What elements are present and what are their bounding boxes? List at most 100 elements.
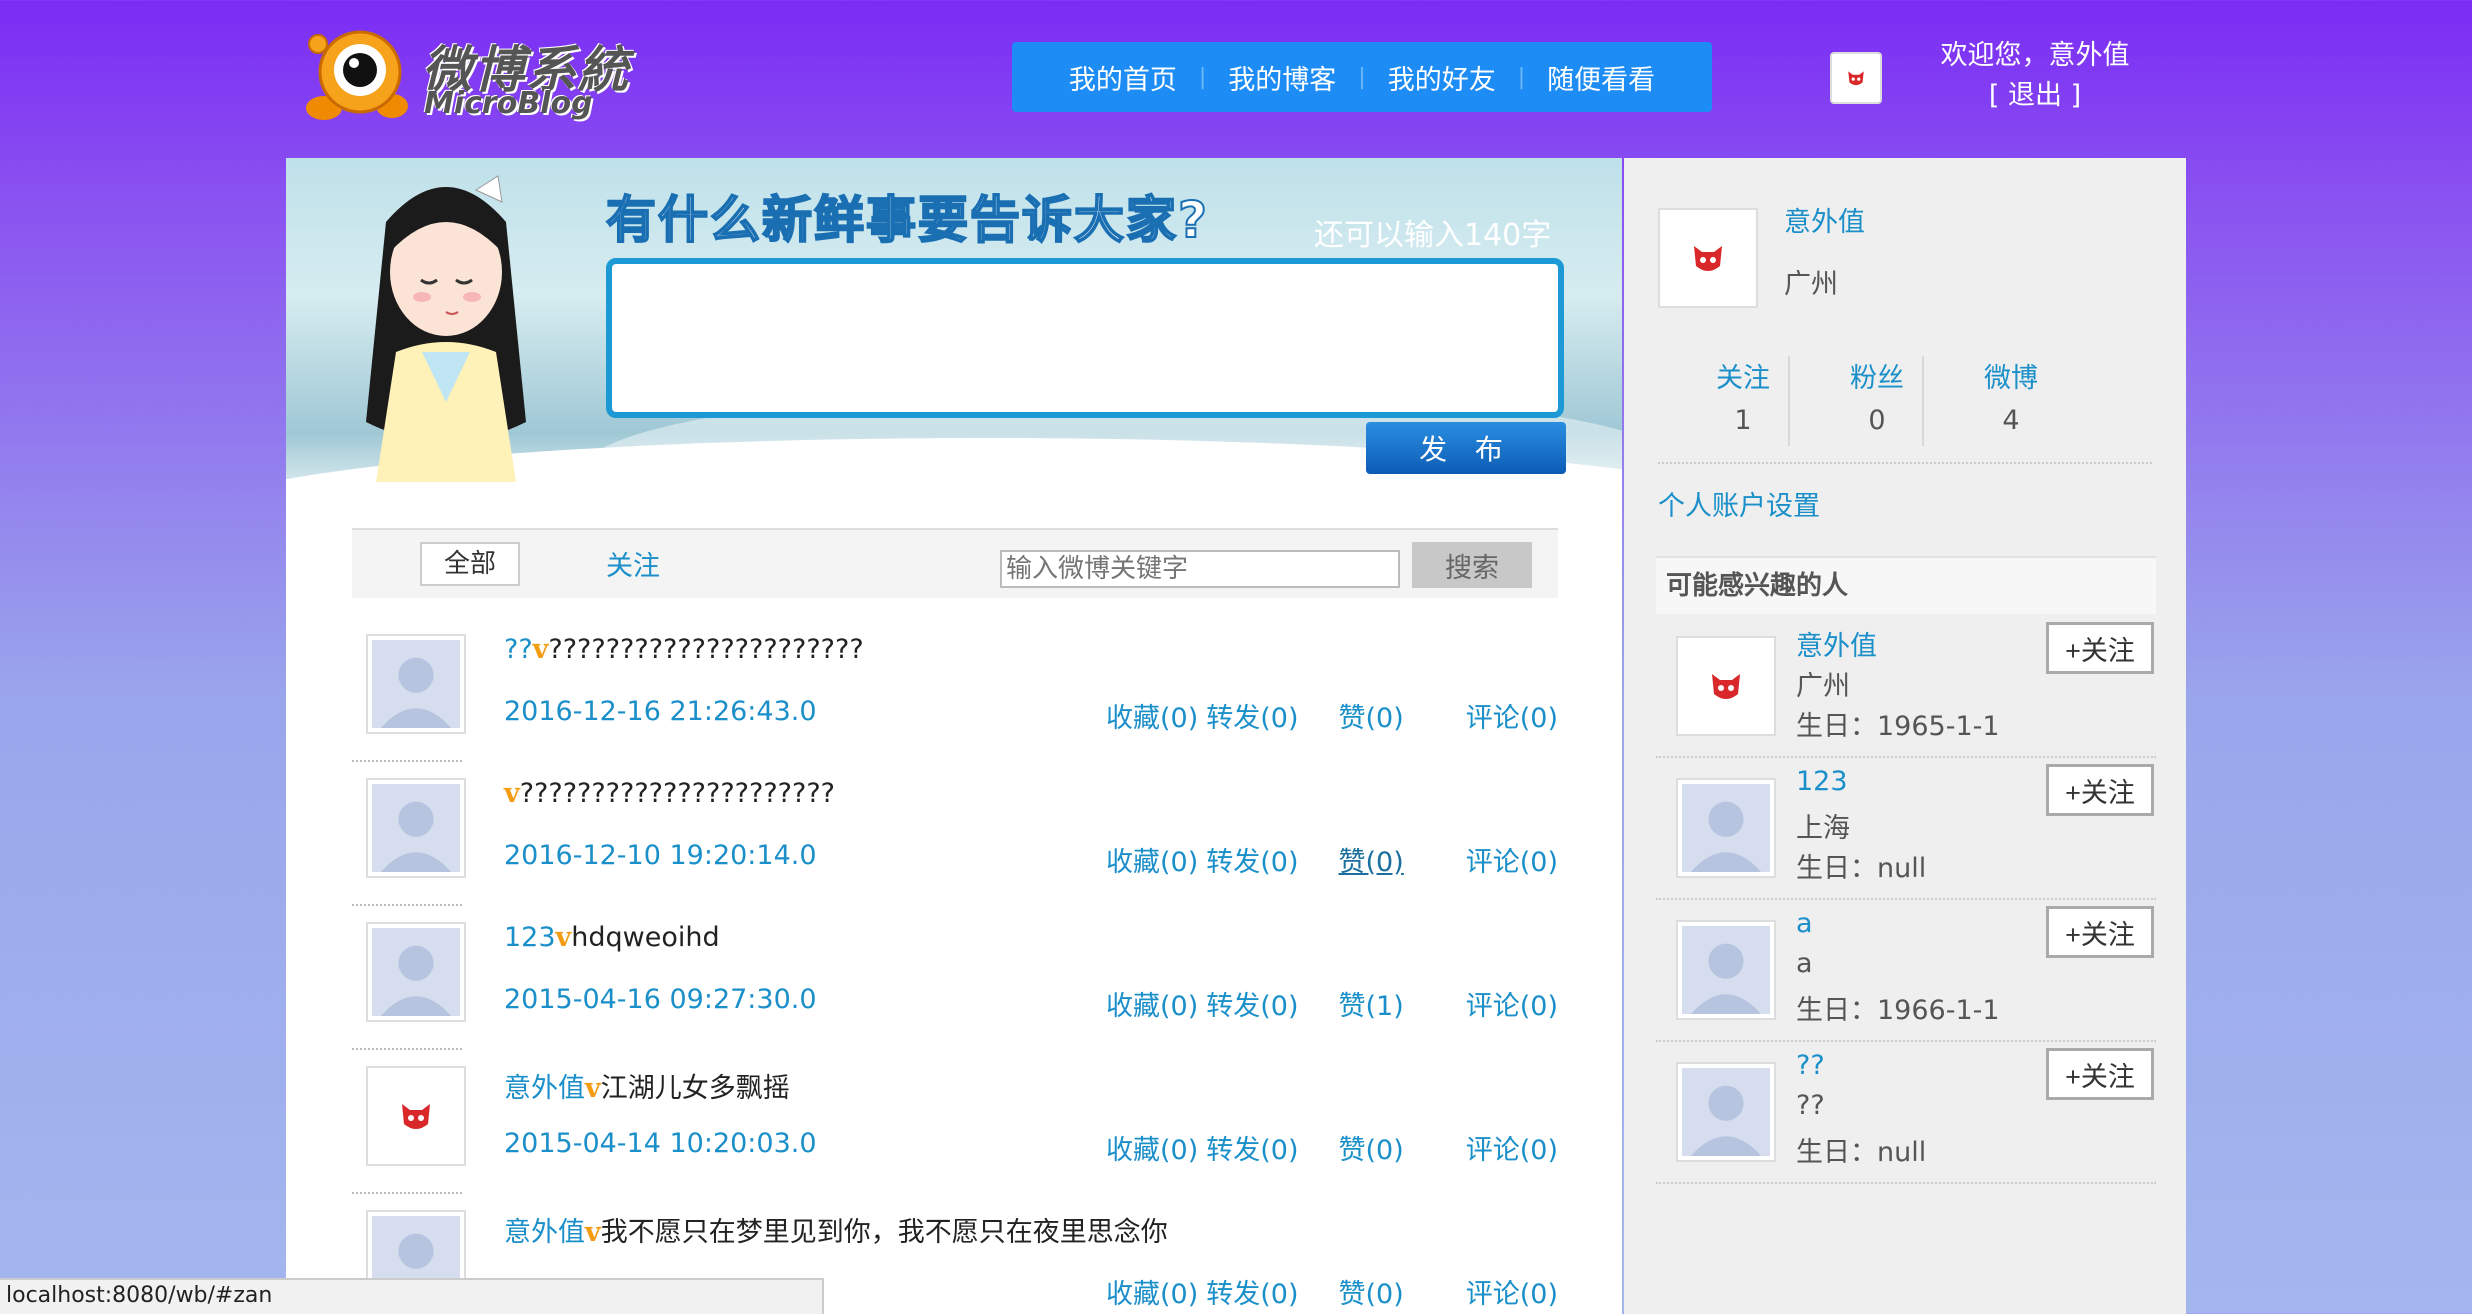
like-link[interactable]: 赞(1) <box>1339 991 1404 1022</box>
stats-divider <box>1658 462 2152 464</box>
composer-prompt: 有什么新鲜事要告诉大家? <box>605 190 1210 250</box>
search-button[interactable]: 搜索 <box>1412 542 1532 588</box>
post-item: ??v?????????????????????? 2016-12-16 21:… <box>352 634 1558 778</box>
like-link[interactable]: 赞(0) <box>1339 703 1404 734</box>
nav-separator: | <box>1198 64 1207 90</box>
post-text: ?????????????????????? <box>519 778 835 809</box>
comment-link[interactable]: 评论(0) <box>1466 1135 1558 1166</box>
like-link[interactable]: 赞(0) <box>1339 1279 1404 1310</box>
post-text: 江湖儿女多飘摇 <box>600 1073 790 1104</box>
nav-browse[interactable]: 随便看看 <box>1525 58 1677 97</box>
post-time[interactable]: 2016-12-10 19:20:14.0 <box>504 840 817 871</box>
suggestion-avatar[interactable] <box>1676 778 1776 878</box>
comment-link[interactable]: 评论(0) <box>1466 703 1558 734</box>
search-input[interactable] <box>1000 550 1400 588</box>
suggestion-birthday: 生日：null <box>1796 1137 1927 1168</box>
suggestion-name[interactable]: a <box>1796 908 1813 939</box>
suggestion-avatar[interactable] <box>1676 1062 1776 1162</box>
post-divider <box>352 904 462 906</box>
tab-following[interactable]: 关注 <box>606 544 660 583</box>
repost-link[interactable]: 转发(0) <box>1206 847 1298 878</box>
account-settings-link[interactable]: 个人账户设置 <box>1658 484 1820 523</box>
suggestion-city: a <box>1796 948 1813 979</box>
repost-link[interactable]: 转发(0) <box>1206 1279 1298 1310</box>
like-link[interactable]: 赞(0) <box>1339 1135 1404 1166</box>
post-divider <box>352 760 462 762</box>
post-actions: 收藏(0) 转发(0) 赞(0) 评论(0) <box>1106 1128 1558 1167</box>
post-avatar[interactable] <box>366 634 466 734</box>
suggestion-item: a a 生日：1966-1-1 +关注 <box>1656 900 2156 1042</box>
comment-link[interactable]: 评论(0) <box>1466 847 1558 878</box>
profile-avatar[interactable] <box>1658 208 1758 308</box>
logout-link[interactable]: [ 退出 ] <box>1900 76 2170 116</box>
default-person-icon <box>1690 801 1762 872</box>
post-title: v?????????????????????? <box>504 778 835 809</box>
verified-badge: v <box>555 922 572 953</box>
suggestion-item: 意外值 广州 生日：1965-1-1 +关注 <box>1656 616 2156 758</box>
default-person-icon <box>1690 1085 1762 1156</box>
girl-illustration <box>366 175 526 482</box>
follow-button[interactable]: +关注 <box>2046 906 2154 958</box>
stat-divider <box>1788 356 1790 446</box>
post-author[interactable]: 意外值 <box>504 1073 585 1104</box>
post-avatar[interactable] <box>366 778 466 878</box>
favorite-link[interactable]: 收藏(0) <box>1106 703 1198 734</box>
post-title: ??v?????????????????????? <box>504 634 864 665</box>
link-status-bar: localhost:8080/wb/#zan <box>0 1278 824 1314</box>
follow-button[interactable]: +关注 <box>2046 764 2154 816</box>
publish-button[interactable]: 发 布 <box>1366 422 1566 474</box>
post-item: 123vhdqweoihd 2015-04-16 09:27:30.0 收藏(0… <box>352 922 1558 1066</box>
default-person-icon <box>1690 943 1762 1014</box>
user-avatar-small[interactable] <box>1830 52 1882 104</box>
favorite-link[interactable]: 收藏(0) <box>1106 1135 1198 1166</box>
favorite-link[interactable]: 收藏(0) <box>1106 847 1198 878</box>
site-logo[interactable]: 微博系統 MicroBlog <box>304 22 634 132</box>
post-actions: 收藏(0) 转发(0) 赞(1) 评论(0) <box>1106 984 1558 1023</box>
repost-link[interactable]: 转发(0) <box>1206 1135 1298 1166</box>
comment-link[interactable]: 评论(0) <box>1466 1279 1558 1310</box>
favorite-link[interactable]: 收藏(0) <box>1106 1279 1198 1310</box>
welcome-area: 欢迎您，意外值 [ 退出 ] <box>1900 36 2170 116</box>
post-time[interactable]: 2015-04-14 10:20:03.0 <box>504 1128 817 1159</box>
red-fox-avatar-icon <box>402 1104 430 1129</box>
suggestion-avatar[interactable] <box>1676 920 1776 1020</box>
post-author[interactable]: 123 <box>504 922 556 953</box>
verified-badge: v <box>504 778 520 809</box>
follow-button[interactable]: +关注 <box>2046 1048 2154 1100</box>
post-time[interactable]: 2015-04-16 09:27:30.0 <box>504 984 817 1015</box>
post-item: v?????????????????????? 2016-12-10 19:20… <box>352 778 1558 922</box>
verified-badge: v <box>532 634 549 665</box>
post-avatar[interactable] <box>366 922 466 1022</box>
verified-badge: v <box>585 1217 601 1248</box>
default-person-icon <box>380 657 452 728</box>
comment-link[interactable]: 评论(0) <box>1466 991 1558 1022</box>
remaining-chars: 还可以输入140字 <box>1314 218 1552 253</box>
suggestion-city: 上海 <box>1796 813 1850 844</box>
stat-divider <box>1922 356 1924 446</box>
suggestion-avatar[interactable] <box>1676 636 1776 736</box>
like-link[interactable]: 赞(0) <box>1339 847 1404 878</box>
tab-all[interactable]: 全部 <box>420 542 520 586</box>
post-textarea[interactable] <box>606 258 1564 418</box>
repost-link[interactable]: 转发(0) <box>1206 703 1298 734</box>
favorite-link[interactable]: 收藏(0) <box>1106 991 1198 1022</box>
nav-my-home[interactable]: 我的首页 <box>1047 58 1199 97</box>
suggestion-name[interactable]: ?? <box>1796 1050 1825 1081</box>
suggestion-name[interactable]: 123 <box>1796 766 1848 797</box>
nav-my-blog[interactable]: 我的博客 <box>1206 58 1358 97</box>
nav-my-friends[interactable]: 我的好友 <box>1366 58 1518 97</box>
post-time[interactable]: 2016-12-16 21:26:43.0 <box>504 696 817 727</box>
post-author[interactable]: 意外值 <box>504 1217 585 1248</box>
post-avatar[interactable] <box>366 1066 466 1166</box>
post-author[interactable]: ?? <box>504 634 533 665</box>
suggestion-city: ?? <box>1796 1090 1825 1121</box>
profile-name[interactable]: 意外值 <box>1784 200 1865 239</box>
stat-posts[interactable]: 微博 4 <box>1944 358 2078 442</box>
post-actions: 收藏(0) 转发(0) 赞(0) 评论(0) <box>1106 696 1558 735</box>
top-navigation: 我的首页 | 我的博客 | 我的好友 | 随便看看 <box>1012 42 1712 112</box>
suggestion-item: 123 上海 生日：null +关注 <box>1656 758 2156 900</box>
eye-mascot-icon <box>306 30 408 120</box>
repost-link[interactable]: 转发(0) <box>1206 991 1298 1022</box>
suggestion-name[interactable]: 意外值 <box>1796 624 1877 663</box>
follow-button[interactable]: +关注 <box>2046 622 2154 674</box>
